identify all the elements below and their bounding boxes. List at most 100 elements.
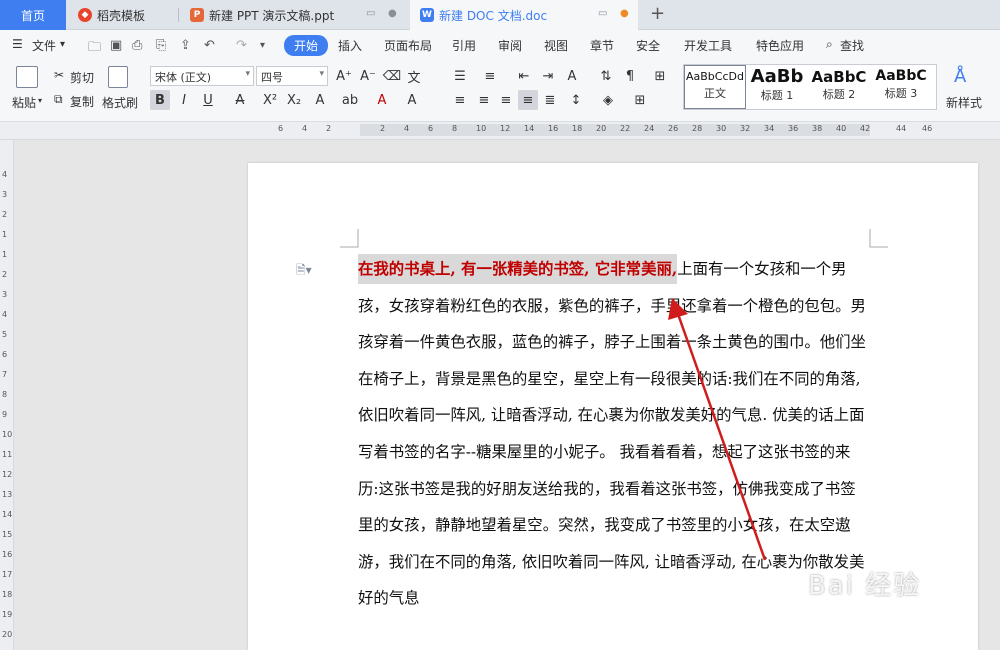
ruler-tick: 4 bbox=[2, 170, 8, 179]
horizontal-ruler[interactable]: 6 4 2 2 4 6 8 10 12 14 16 18 20 22 24 26 28 30 32 34 36 38 40 4… bbox=[0, 122, 1000, 140]
menu-page-layout[interactable]: 页面布局 bbox=[384, 37, 432, 54]
paragraph-layout-icon[interactable]: 🗎▾ bbox=[296, 261, 312, 282]
grow-font-icon[interactable]: A⁺ bbox=[334, 66, 354, 86]
text-direction-icon[interactable]: A bbox=[562, 66, 582, 86]
style-name: 标题 2 bbox=[822, 88, 856, 101]
format-painter-icon[interactable] bbox=[108, 66, 128, 88]
quick-access-dropdown-icon[interactable]: ▾ bbox=[260, 40, 265, 51]
font-size-select[interactable]: 四号 ▾ bbox=[256, 66, 328, 86]
underline-button[interactable]: U bbox=[198, 90, 218, 110]
tab-home[interactable]: 首页 bbox=[0, 0, 66, 30]
line-spacing-icon[interactable]: ↕ bbox=[566, 90, 586, 110]
font-name-select[interactable]: 宋体 (正文) ▾ bbox=[150, 66, 254, 86]
shrink-font-icon[interactable]: A⁻ bbox=[358, 66, 378, 86]
ruler-tick: 18 bbox=[572, 124, 583, 133]
paragraph-text[interactable]: 上面有一个女孩和一个男孩，女孩穿着粉红色的衣服，紫色的裤子，手里还拿着一个橙色的… bbox=[358, 260, 866, 607]
chevron-down-icon[interactable]: ▾ bbox=[60, 39, 65, 50]
ruler-tick: 1 bbox=[2, 250, 8, 259]
tab-ppt-dot-icon[interactable]: ● bbox=[388, 8, 397, 19]
copy-button[interactable]: 复制 bbox=[70, 93, 94, 110]
style-preview: AaBbC bbox=[811, 68, 867, 86]
menu-references[interactable]: 引用 bbox=[452, 37, 476, 54]
menu-start[interactable]: 开始 bbox=[284, 35, 329, 56]
search-icon[interactable]: ⌕ bbox=[826, 37, 833, 52]
subscript-button[interactable]: X₂ bbox=[284, 90, 304, 110]
italic-button[interactable]: I bbox=[174, 90, 194, 110]
ruler-tick: 16 bbox=[548, 124, 559, 133]
phonetic-guide-icon[interactable]: 文 bbox=[404, 66, 424, 86]
tab-ppt-window-icon[interactable]: ▭ bbox=[366, 8, 375, 19]
superscript-button[interactable]: X² bbox=[260, 90, 280, 110]
copy-icon[interactable]: ⧉ bbox=[54, 92, 63, 107]
save-icon[interactable]: ▣ bbox=[110, 38, 122, 53]
decrease-indent-icon[interactable]: ⇤ bbox=[514, 66, 534, 86]
selected-text[interactable]: 在我的书桌上, 有一张精美的书签, 它非常美丽, bbox=[358, 254, 678, 284]
redo-icon[interactable]: ↷ bbox=[236, 38, 247, 53]
bullet-list-icon[interactable]: ☰ bbox=[450, 66, 470, 86]
hamburger-icon[interactable]: ☰ bbox=[12, 37, 23, 51]
ruler-tick: 30 bbox=[716, 124, 727, 133]
style-heading-2[interactable]: AaBbC 标题 2 bbox=[808, 65, 870, 109]
border-icon[interactable]: ⊞ bbox=[630, 90, 650, 110]
menu-search[interactable]: 查找 bbox=[840, 37, 864, 54]
menu-insert[interactable]: 插入 bbox=[338, 37, 362, 54]
ruler-tick: 12 bbox=[500, 124, 511, 133]
clear-format-icon[interactable]: ⌫ bbox=[382, 66, 402, 86]
menu-review[interactable]: 审阅 bbox=[498, 37, 522, 54]
justify-icon[interactable]: ≡ bbox=[518, 90, 538, 110]
print-icon[interactable]: ⎘ bbox=[156, 38, 166, 53]
show-marks-icon[interactable]: ¶ bbox=[620, 66, 640, 86]
distribute-icon[interactable]: ≣ bbox=[540, 90, 560, 110]
menu-view[interactable]: 视图 bbox=[544, 37, 568, 54]
chevron-down-icon: ▾ bbox=[245, 69, 250, 79]
ruler-tick: 14 bbox=[524, 124, 535, 133]
style-normal[interactable]: AaBbCcDd 正文 bbox=[684, 65, 746, 109]
cut-button[interactable]: 剪切 bbox=[70, 69, 94, 86]
new-style-icon[interactable]: Å bbox=[954, 66, 966, 87]
shading-fill-icon[interactable]: ◈ bbox=[598, 90, 618, 110]
numbered-list-icon[interactable]: ≡ bbox=[480, 66, 500, 86]
print-preview-icon[interactable]: ⎙ bbox=[132, 38, 142, 53]
tab-template[interactable]: ◆ 稻壳模板 bbox=[68, 0, 178, 30]
align-center-icon[interactable]: ≡ bbox=[474, 90, 494, 110]
paste-button[interactable]: 粘贴 bbox=[12, 94, 36, 111]
text-effect-icon[interactable]: A bbox=[310, 90, 330, 110]
ruler-tick: 36 bbox=[788, 124, 799, 133]
style-heading-1[interactable]: AaBb 标题 1 bbox=[746, 65, 808, 109]
bold-button[interactable]: B bbox=[150, 90, 170, 110]
menu-special-apps[interactable]: 特色应用 bbox=[756, 37, 804, 54]
new-tab-plus-icon[interactable]: + bbox=[650, 3, 665, 24]
ruler-tick: 5 bbox=[2, 330, 8, 339]
scissors-icon[interactable]: ✂ bbox=[54, 68, 64, 82]
ruler-tick: 6 bbox=[428, 124, 434, 133]
paste-icon[interactable] bbox=[16, 66, 38, 88]
align-right-icon[interactable]: ≡ bbox=[496, 90, 516, 110]
ruler-tick: 11 bbox=[2, 450, 13, 459]
highlight-icon[interactable]: ab bbox=[340, 90, 360, 110]
char-shading-icon[interactable]: A bbox=[402, 90, 422, 110]
style-heading-3[interactable]: AaBbC 标题 3 bbox=[870, 65, 932, 109]
menu-chapter[interactable]: 章节 bbox=[590, 37, 614, 54]
format-painter-button[interactable]: 格式刷 bbox=[102, 94, 138, 111]
table-of-chars-icon[interactable]: ⊞ bbox=[650, 66, 670, 86]
font-color-icon[interactable]: A bbox=[372, 90, 392, 110]
menu-file[interactable]: 文件 bbox=[32, 37, 56, 54]
paste-dropdown-icon[interactable]: ▾ bbox=[38, 96, 42, 105]
ruler-tick: 22 bbox=[620, 124, 631, 133]
document-body-text[interactable]: 在我的书桌上, 有一张精美的书签, 它非常美丽,上面有一个女孩和一个男孩，女孩穿… bbox=[358, 251, 870, 617]
menu-security[interactable]: 安全 bbox=[636, 37, 660, 54]
increase-indent-icon[interactable]: ⇥ bbox=[538, 66, 558, 86]
menu-developer[interactable]: 开发工具 bbox=[684, 37, 732, 54]
tab-doc-window-icon[interactable]: ▭ bbox=[598, 8, 607, 19]
new-style-button[interactable]: 新样式 bbox=[946, 94, 982, 111]
align-left-icon[interactable]: ≡ bbox=[450, 90, 470, 110]
strikethrough-button[interactable]: A bbox=[230, 90, 250, 110]
tab-doc-unsaved-dot-icon[interactable]: ● bbox=[620, 8, 629, 19]
ruler-tick: 32 bbox=[740, 124, 751, 133]
export-icon[interactable]: ⇪ bbox=[180, 38, 191, 53]
undo-icon[interactable]: ↶ bbox=[204, 38, 215, 53]
sort-icon[interactable]: ⇅ bbox=[596, 66, 616, 86]
open-folder-icon[interactable]: 🗀 bbox=[88, 38, 101, 60]
vertical-ruler[interactable]: 4 3 2 1 1 2 3 4 5 6 7 8 9 10 11 12 13 14 15 16 17 18 19 20 bbox=[0, 140, 14, 650]
margin-corner-mark bbox=[340, 229, 359, 248]
